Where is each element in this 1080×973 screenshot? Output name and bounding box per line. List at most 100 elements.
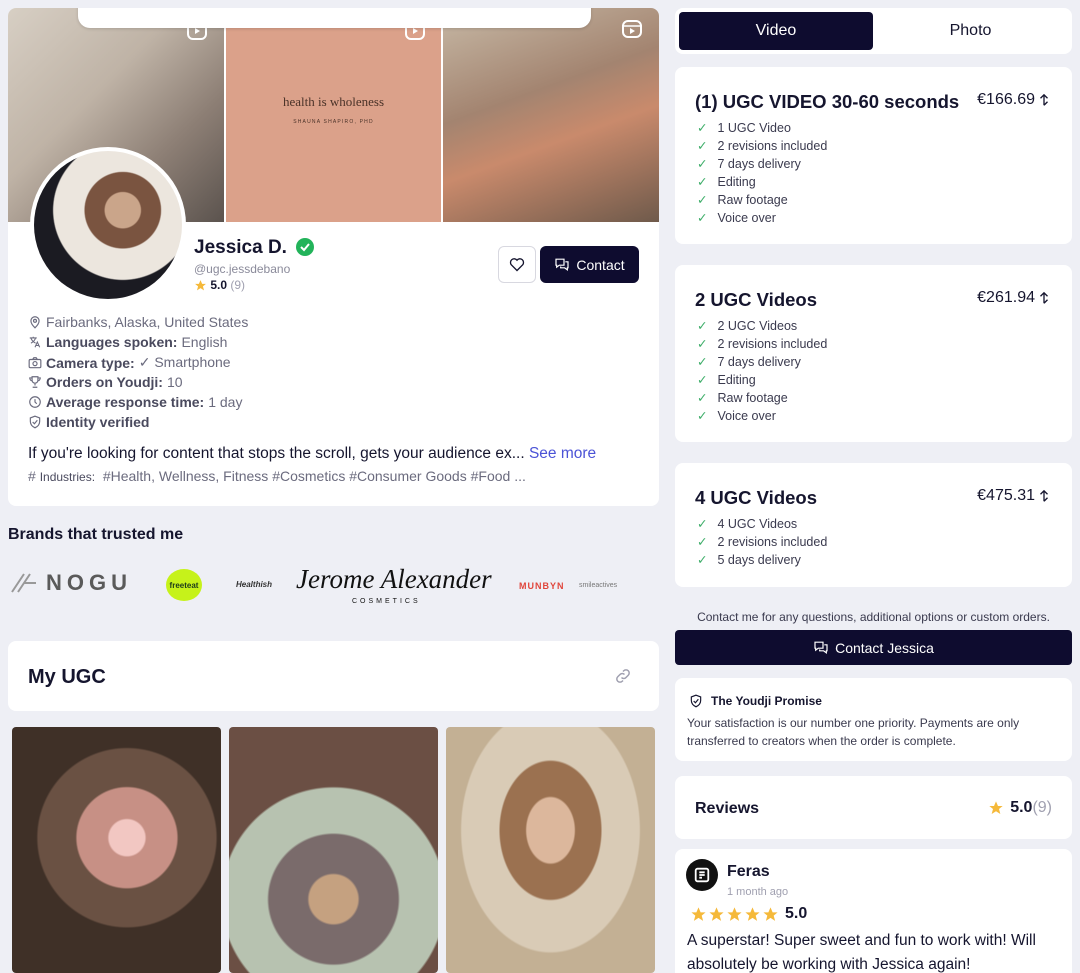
package-feature: ✓ Voice over	[697, 408, 776, 424]
camera-label: Camera type:	[46, 354, 135, 371]
clock-icon	[29, 396, 41, 408]
review-score: 5.0	[785, 905, 808, 922]
nogu-mark-icon	[11, 573, 36, 593]
currency-swap-icon	[1040, 489, 1048, 502]
banner-image-2[interactable]: health is wholeness SHAUNA SHAPIRO, PHD	[226, 8, 441, 222]
shield-check-icon	[690, 694, 702, 708]
check-icon: ✓	[697, 337, 708, 351]
check-icon: ✓	[697, 391, 708, 405]
page-root: health is wholeness SHAUNA SHAPIRO, PHD …	[0, 0, 1080, 973]
ugc-video-thumbnail[interactable]	[446, 727, 655, 973]
currency-swap-icon	[1040, 93, 1048, 106]
identity-label: Identity verified	[46, 414, 150, 430]
tab-video[interactable]: Video	[679, 12, 873, 50]
brand-logo-smileactives: smileactives	[579, 582, 618, 589]
tab-photo[interactable]: Photo	[873, 12, 1068, 50]
industries-row: # Industries: #Health, Wellness, Fitness…	[28, 468, 526, 484]
check-icon: ✓	[697, 121, 708, 135]
reviews-title: Reviews	[695, 800, 760, 817]
bio-text: If you're looking for content that stops…	[28, 445, 525, 462]
my-ugc-title: My UGC	[28, 666, 106, 688]
package-card[interactable]: 4 UGC Videos €475.31 ✓ 4 UGC Videos ✓ 2 re…	[675, 463, 1072, 587]
orders-value: 10	[166, 374, 183, 390]
package-feature: ✓ 4 UGC Videos	[697, 516, 798, 532]
check-icon: ✓	[697, 355, 708, 369]
currency-swap-icon	[1040, 291, 1048, 304]
camera-value: ✓ Smartphone	[138, 354, 231, 370]
banner-image-3[interactable]	[443, 8, 659, 222]
promise-title: The Youdji Promise	[711, 694, 822, 708]
reviews-header: Reviews 5.0(9)	[675, 776, 1072, 839]
identity-row: Identity verified	[28, 414, 149, 430]
reviews-count: (9)	[1032, 799, 1052, 816]
reviews-rating: 5.0(9)	[988, 799, 1052, 817]
reel-icon	[622, 20, 642, 38]
promise-card: The Youdji Promise Your satisfaction is …	[675, 678, 1072, 761]
review-text: A superstar! Super sweet and fun to work…	[687, 932, 1036, 973]
banner-quote-author: SHAUNA SHAPIRO, PHD	[293, 119, 374, 125]
hash-icon: #	[28, 468, 36, 484]
creator-rating: 5.0 (9)	[194, 278, 245, 292]
review-date: 1 month ago	[727, 886, 789, 898]
package-feature: ✓ 1 UGC Video	[697, 120, 791, 136]
package-title: 2 UGC Videos	[695, 289, 818, 310]
avatar[interactable]	[30, 147, 186, 303]
reviewer-name: Feras	[727, 863, 770, 880]
package-feature: ✓ 2 revisions included	[697, 534, 828, 550]
ugc-video-thumbnail[interactable]	[229, 727, 438, 973]
contact-note: Contact me for any questions, additional…	[697, 610, 1050, 624]
package-card[interactable]: (1) UGC VIDEO 30-60 seconds €166.69 ✓ 1 U…	[675, 67, 1072, 244]
link-icon[interactable]	[614, 667, 632, 685]
star-icon	[691, 906, 706, 921]
check-icon: ✓	[697, 319, 708, 333]
orders-row: Orders on Youdji: 10	[28, 374, 183, 390]
check-icon: ✓	[697, 409, 708, 423]
package-card[interactable]: 2 UGC Videos €261.94 ✓ 2 UGC Videos ✓ 2 re…	[675, 265, 1072, 442]
check-icon: ✓	[697, 139, 708, 153]
see-more-link[interactable]: See more	[529, 445, 596, 462]
location-pin-icon	[30, 316, 40, 329]
verified-badge-icon	[296, 238, 314, 256]
contact-button[interactable]: Contact	[540, 246, 639, 283]
brand-logo-munbyn: MUNBYN	[519, 581, 565, 591]
contact-button-label: Contact	[576, 256, 625, 273]
package-price: €261.94	[977, 289, 1050, 307]
camera-row: Camera type: ✓ Smartphone	[28, 354, 231, 371]
brand-logo-nogu: NOGU	[10, 570, 132, 596]
camera-icon	[28, 356, 42, 368]
star-icon	[194, 279, 207, 292]
my-ugc-card: My UGC	[8, 641, 659, 711]
ugc-video-thumbnail[interactable]	[12, 727, 221, 973]
industries-label: Industries:	[39, 470, 96, 484]
package-feature: ✓ 5 days delivery	[697, 552, 801, 568]
star-icon	[709, 906, 724, 921]
banner-quote: health is wholeness	[282, 94, 385, 109]
industries-value: #Health, Wellness, Fitness #Cosmetics #C…	[102, 468, 526, 484]
contact-jessica-label: Contact Jessica	[835, 639, 934, 656]
orders-label: Orders on Youdji:	[46, 374, 163, 390]
check-icon: ✓	[697, 535, 708, 549]
brand-logo-jerome-cosmetics: COSMETICS	[352, 598, 421, 605]
contact-jessica-button[interactable]: Contact Jessica	[675, 630, 1072, 665]
favorite-button[interactable]	[498, 246, 536, 283]
brand-logo-healthish: Healthish	[236, 580, 273, 589]
reviewer-logo-icon	[694, 867, 710, 883]
review-stars: 5.0	[690, 905, 807, 923]
package-feature: ✓ Raw footage	[697, 390, 788, 406]
creator-name: Jessica D.	[194, 237, 287, 258]
package-feature: ✓ Editing	[697, 174, 756, 190]
chat-icon	[814, 641, 828, 655]
rating-count: (9)	[230, 278, 246, 292]
star-icon	[989, 801, 1003, 814]
response-value: 1 day	[208, 394, 243, 410]
check-icon: ✓	[697, 157, 708, 171]
package-feature: ✓ Voice over	[697, 210, 776, 226]
profile-card: health is wholeness SHAUNA SHAPIRO, PHD …	[8, 8, 659, 506]
languages-row: Languages spoken: English	[28, 334, 227, 350]
chat-icon	[555, 258, 569, 272]
location-row: Fairbanks, Alaska, United States	[28, 314, 248, 330]
response-row: Average response time: 1 day	[28, 394, 242, 410]
star-icon	[763, 906, 778, 921]
search-pill[interactable]	[78, 8, 591, 28]
check-icon: ✓	[697, 517, 708, 531]
